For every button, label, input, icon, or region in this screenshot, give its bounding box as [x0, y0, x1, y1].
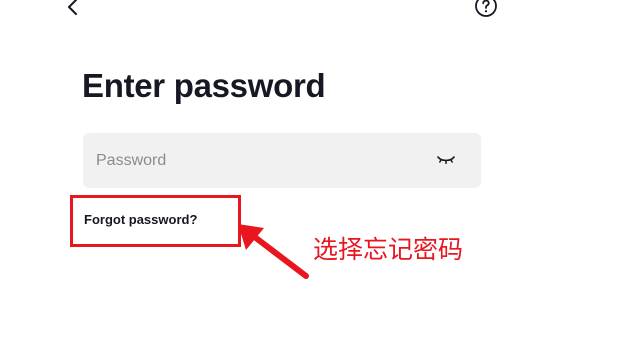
- chevron-left-icon: [68, 0, 77, 15]
- help-button[interactable]: [472, 0, 500, 18]
- eye-closed-icon: [437, 156, 455, 164]
- annotation-highlight-box: [70, 195, 241, 247]
- password-field-container[interactable]: [83, 133, 481, 188]
- back-button[interactable]: [58, 0, 88, 20]
- page-title: Enter password: [82, 67, 326, 104]
- annotation-label: 选择忘记密码: [313, 235, 464, 264]
- login-password-screen: Enter password Forgot password? 选择忘记密码: [0, 0, 624, 356]
- password-visibility-toggle[interactable]: [433, 149, 459, 171]
- password-input[interactable]: [96, 133, 416, 188]
- annotation-arrow-icon: [238, 224, 309, 279]
- question-circle-icon: [475, 0, 497, 17]
